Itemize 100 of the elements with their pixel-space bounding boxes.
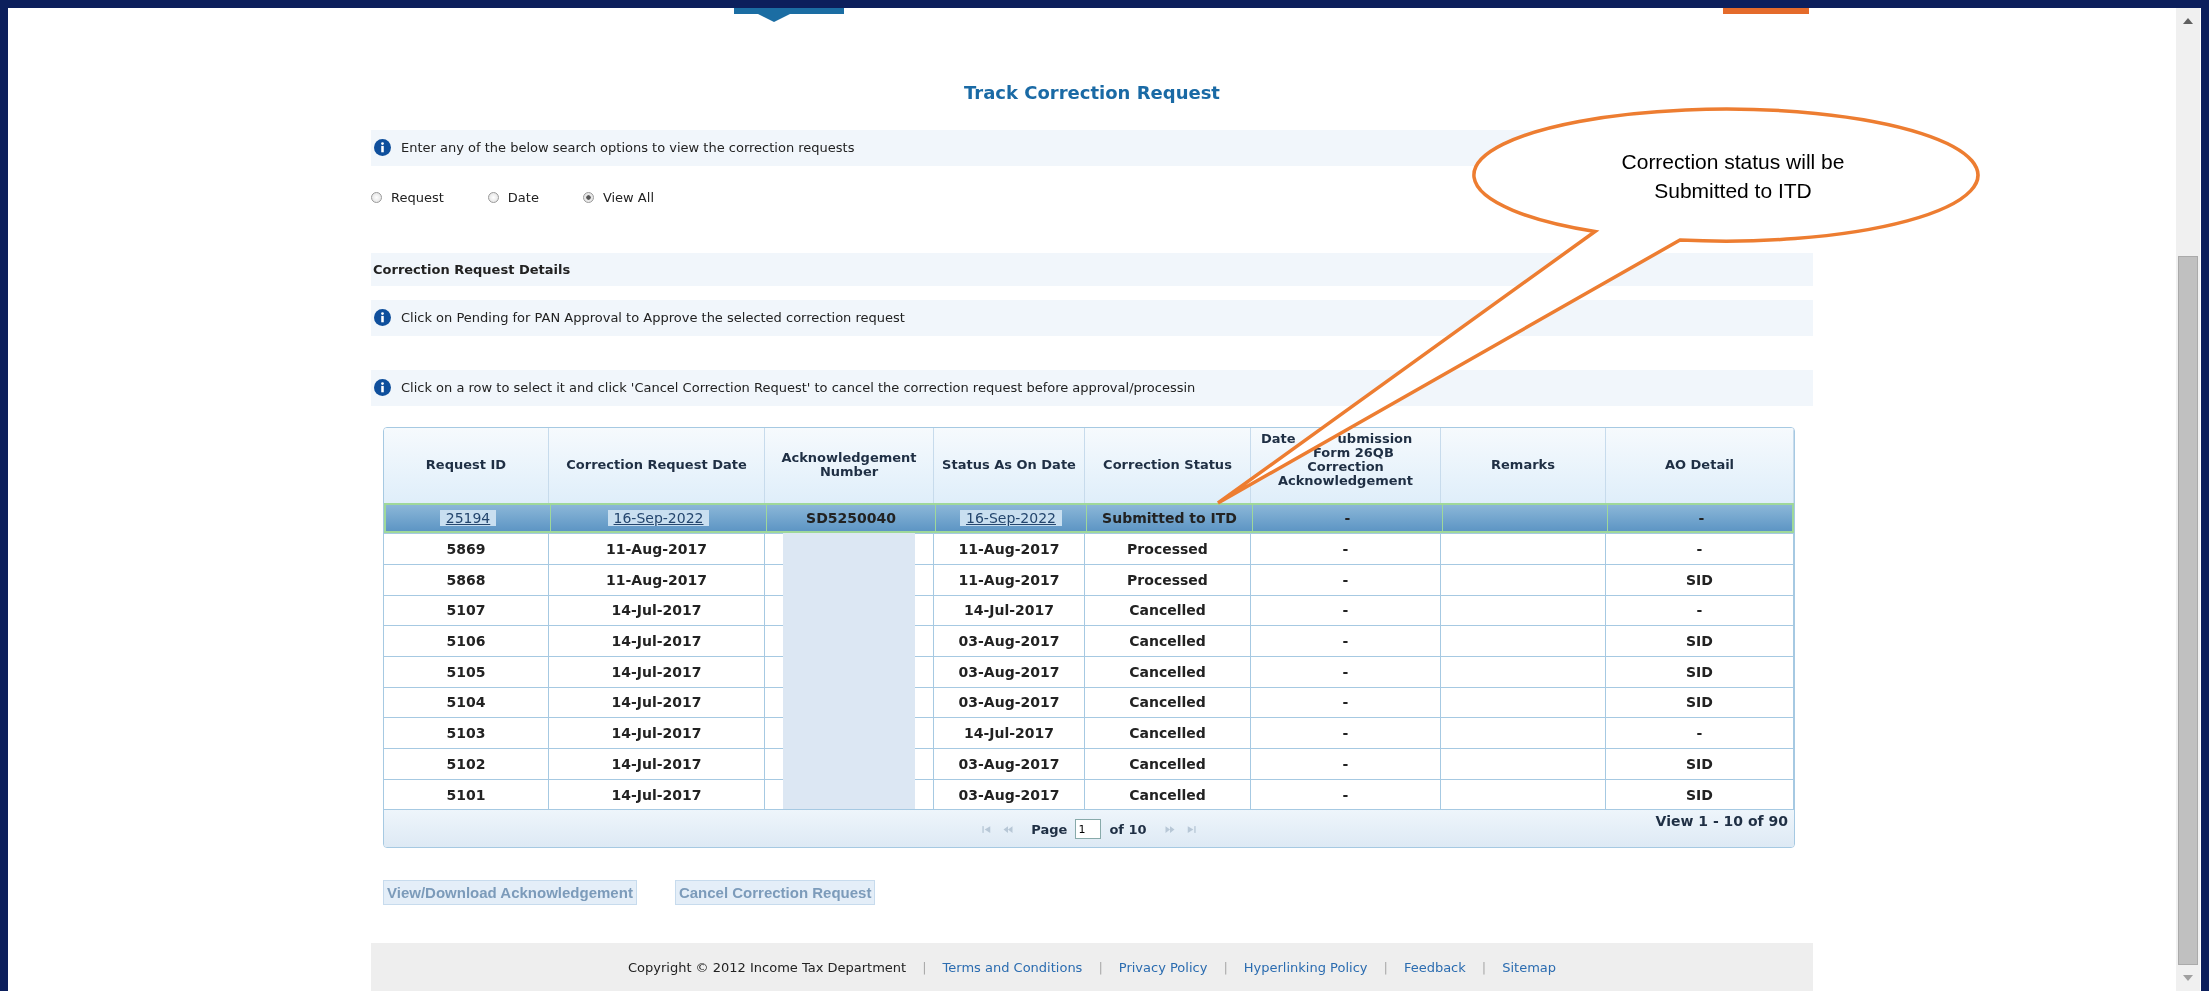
table-cell: Processed (1127, 541, 1208, 558)
footer-link[interactable]: Feedback (1403, 959, 1466, 975)
separator: | (1223, 959, 1228, 975)
table-cell: Cancelled (1129, 786, 1206, 803)
column-header-text: Date (1261, 431, 1296, 446)
table-cell: - (1696, 602, 1703, 619)
page-label: Page (1031, 821, 1068, 837)
table-cell: 14-Jul-2017 (611, 786, 702, 803)
column-header-text: Form 26QB (1313, 445, 1394, 460)
table-cell: 5107 (446, 602, 486, 619)
column-header-text: Correction (1307, 459, 1384, 474)
table-row[interactable]: 5107 14-Jul-2017 14-Jul-2017 Cancelled - - (384, 594, 1794, 626)
table-cell: - (1696, 541, 1703, 558)
table-cell: SD5250040 (806, 509, 896, 526)
footer-link[interactable]: Privacy Policy (1118, 959, 1208, 975)
table-cell: Cancelled (1129, 755, 1206, 772)
table-cell: - (1698, 509, 1705, 526)
table-cell: 03-Aug-2017 (958, 755, 1060, 772)
table-cell: 14-Jul-2017 (611, 755, 702, 772)
table-cell: 5103 (446, 725, 486, 742)
next-page-icon[interactable] (1163, 824, 1176, 834)
table-cell: Submitted to ITD (1102, 509, 1237, 526)
table-cell: - (1342, 786, 1349, 803)
table-cell: Cancelled (1129, 694, 1206, 711)
table-cell: Processed (1127, 571, 1208, 588)
footer-link[interactable]: Hyperlinking Policy (1243, 959, 1368, 975)
table-cell: 5102 (446, 755, 486, 772)
scrollbar-thumb[interactable] (2178, 256, 2198, 965)
date-link[interactable]: 16-Sep-2022 (960, 509, 1062, 526)
section-title: Correction Request Details (373, 261, 571, 277)
table-cell: Cancelled (1129, 633, 1206, 650)
table-row[interactable]: 5868 11-Aug-2017 11-Aug-2017 Processed - SID (384, 563, 1794, 595)
column-header[interactable]: Acknowledgement Number (765, 427, 934, 503)
separator: | (922, 959, 927, 975)
table-cell: - (1342, 571, 1349, 588)
page-count: of 10 (1109, 821, 1147, 837)
separator: | (1098, 959, 1103, 975)
table-cell: 11-Aug-2017 (958, 571, 1060, 588)
table-row[interactable]: 5869 11-Aug-2017 11-Aug-2017 Processed - - (384, 533, 1794, 564)
table-cell: - (1342, 602, 1349, 619)
table-row[interactable]: 5106 14-Jul-2017 03-Aug-2017 Cancelled - SID (384, 625, 1794, 656)
page-number-field[interactable]: 1 (1075, 819, 1102, 840)
table-cell: 14-Jul-2017 (611, 694, 702, 711)
page-title: Track Correction Request (963, 80, 1221, 105)
column-header[interactable]: Remarks (1441, 427, 1606, 503)
table-cell: SID (1686, 755, 1713, 772)
scrollbar[interactable] (2176, 8, 2200, 991)
table-cell: 14-Jul-2017 (611, 725, 702, 742)
callout-text: Correction status will be Submitted to ITD (1620, 149, 1846, 204)
table-cell: Cancelled (1129, 663, 1206, 680)
table-row[interactable]: 5102 14-Jul-2017 03-Aug-2017 Cancelled - SID (384, 748, 1794, 779)
footer-link[interactable]: Terms and Conditions (942, 959, 1083, 975)
table-cell: SID (1686, 663, 1713, 680)
info-icon (374, 379, 391, 397)
request-id-link[interactable]: 25194 (439, 509, 497, 526)
table-cell: 5106 (446, 633, 486, 650)
column-header-text: ubmission (1337, 431, 1413, 446)
table-cell: - (1344, 509, 1351, 526)
column-header[interactable]: AO Detail (1606, 427, 1794, 503)
column-header[interactable]: Request ID (384, 427, 549, 503)
radio-option[interactable]: Date (487, 189, 539, 205)
table-cell: SID (1686, 694, 1713, 711)
scroll-down-icon[interactable] (2183, 975, 2193, 981)
table-row[interactable]: 5103 14-Jul-2017 14-Jul-2017 Cancelled - - (384, 717, 1794, 748)
table-cell: 5868 (446, 571, 486, 588)
table-cell: SID (1686, 571, 1713, 588)
table-row[interactable]: 5104 14-Jul-2017 03-Aug-2017 Cancelled - SID (384, 686, 1794, 718)
table-cell: - (1342, 725, 1349, 742)
table-cell: 11-Aug-2017 (606, 571, 707, 588)
table-cell: SID (1686, 633, 1713, 650)
table-cell: Cancelled (1129, 602, 1206, 619)
info-icon (374, 309, 391, 327)
table-cell: 03-Aug-2017 (958, 786, 1060, 803)
table-cell: - (1342, 541, 1349, 558)
scroll-up-icon[interactable] (2183, 18, 2193, 24)
copyright-text: Copyright © 2012 Income Tax Department (627, 959, 907, 975)
table-cell: 5101 (446, 786, 486, 803)
table-cell: 5105 (446, 663, 486, 680)
table-cell: - (1342, 694, 1349, 711)
table-cell: - (1342, 663, 1349, 680)
table-cell: 03-Aug-2017 (958, 633, 1060, 650)
table-cell: 14-Jul-2017 (963, 602, 1054, 619)
previous-page-icon[interactable] (1002, 824, 1015, 834)
date-link[interactable]: 16-Sep-2022 (607, 509, 710, 526)
table-cell: 14-Jul-2017 (963, 725, 1054, 742)
table-row[interactable]: 5105 14-Jul-2017 03-Aug-2017 Cancelled - SID (384, 655, 1794, 687)
table-cell: 5869 (446, 541, 486, 558)
radio-option[interactable]: View All (582, 189, 654, 205)
table-cell: 5104 (446, 694, 486, 711)
table-row[interactable]: 25194 16-Sep-2022 SD5250040 16-Sep-2022 Submitted to ITD - - (384, 502, 1794, 534)
record-count: View 1 - 10 of 90 (1655, 813, 1788, 830)
table-cell: - (1696, 725, 1703, 742)
table-cell: 14-Jul-2017 (611, 663, 702, 680)
info-text: Enter any of the below search options to view the correction requests (401, 140, 855, 156)
column-header[interactable]: Correction Request Date (549, 427, 765, 503)
column-header[interactable]: Status As On Date (934, 427, 1085, 503)
footer-link[interactable]: Sitemap (1502, 959, 1557, 975)
radio-option[interactable]: Request (371, 189, 444, 205)
table-cell: 11-Aug-2017 (958, 541, 1060, 558)
table-row[interactable]: 5101 14-Jul-2017 03-Aug-2017 Cancelled - SID (384, 778, 1794, 810)
